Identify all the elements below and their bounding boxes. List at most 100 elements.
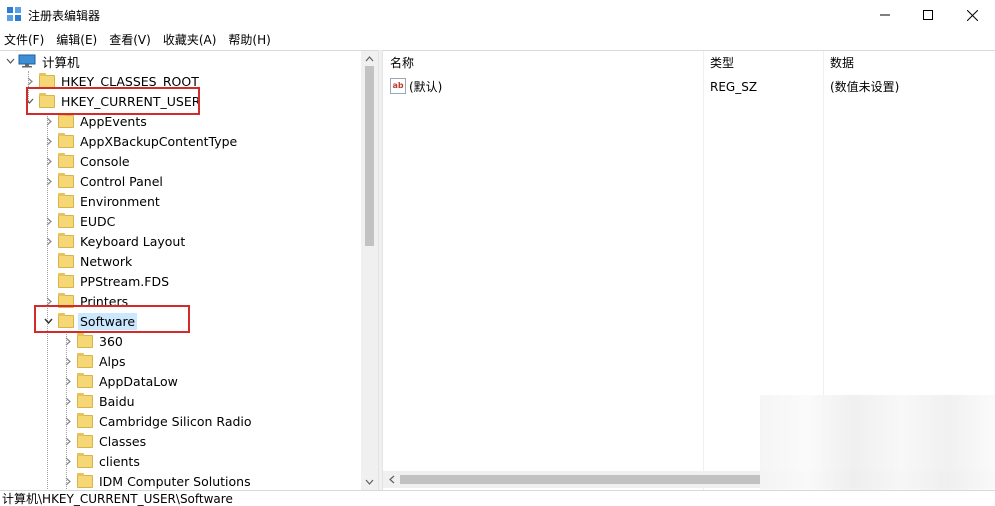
- column-header-type[interactable]: 类型: [703, 51, 823, 75]
- folder-icon: [77, 372, 93, 388]
- collapsed-chevron-icon[interactable]: [42, 211, 54, 231]
- collapsed-chevron-icon[interactable]: [61, 471, 73, 490]
- scroll-up-icon[interactable]: [361, 51, 378, 66]
- tree-connector: [42, 271, 54, 291]
- folder-icon: [58, 272, 74, 288]
- menu-favorites[interactable]: 收藏夹(A): [163, 31, 217, 48]
- collapsed-chevron-icon[interactable]: [42, 111, 54, 131]
- menu-edit[interactable]: 编辑(E): [56, 31, 97, 48]
- tree-label: Cambridge Silicon Radio: [99, 413, 252, 429]
- tree-label: Alps: [99, 353, 126, 369]
- folder-open-icon: [58, 312, 74, 328]
- scroll-left-icon[interactable]: [383, 472, 400, 487]
- tree-label: EUDC: [80, 213, 116, 229]
- value-data: (数值未设置): [830, 80, 900, 94]
- collapsed-chevron-icon[interactable]: [42, 291, 54, 311]
- folder-icon: [77, 352, 93, 368]
- collapsed-chevron-icon[interactable]: [61, 451, 73, 471]
- tree-vertical-scrollbar[interactable]: [361, 51, 378, 490]
- tree-label: IDM Computer Solutions: [99, 473, 251, 489]
- column-header-data[interactable]: 数据: [823, 51, 995, 75]
- collapsed-chevron-icon[interactable]: [42, 231, 54, 251]
- folder-icon: [58, 292, 74, 308]
- folder-icon: [58, 112, 74, 128]
- tree-item-network[interactable]: Network: [42, 251, 134, 271]
- folder-icon: [77, 432, 93, 448]
- tree-item-ppstream-fds[interactable]: PPStream.FDS: [42, 271, 171, 291]
- tree-item-console[interactable]: Console: [42, 151, 132, 171]
- folder-icon: [58, 252, 74, 268]
- collapsed-chevron-icon[interactable]: [61, 391, 73, 411]
- tree-item-printers[interactable]: Printers: [42, 291, 130, 311]
- column-divider[interactable]: [703, 51, 704, 490]
- collapsed-chevron-icon[interactable]: [42, 151, 54, 171]
- tree-item-360[interactable]: 360: [61, 331, 125, 351]
- minimize-button[interactable]: [862, 0, 908, 30]
- tree-label-selected: Software: [78, 312, 138, 330]
- tree-label: Baidu: [99, 393, 135, 409]
- folder-icon: [58, 232, 74, 248]
- tree-item-hkey-current-user[interactable]: HKEY_CURRENT_USER: [23, 91, 202, 111]
- tree-label: 计算机: [42, 54, 80, 70]
- close-button[interactable]: [949, 0, 995, 30]
- regedit-icon: [6, 6, 22, 22]
- tree-label: HKEY_CLASSES_ROOT: [61, 73, 199, 89]
- maximize-button[interactable]: [905, 0, 951, 30]
- tree-item-software[interactable]: Software: [42, 311, 138, 331]
- value-name[interactable]: (默认): [409, 77, 442, 97]
- collapsed-chevron-icon[interactable]: [42, 131, 54, 151]
- tree-item-eudc[interactable]: EUDC: [42, 211, 117, 231]
- collapsed-chevron-icon[interactable]: [61, 331, 73, 351]
- tree-root-computer[interactable]: 计算机: [4, 51, 82, 71]
- computer-icon: [18, 54, 36, 68]
- menu-view[interactable]: 查看(V): [109, 31, 151, 48]
- menu-file[interactable]: 文件(F): [4, 31, 44, 48]
- scroll-down-icon[interactable]: [361, 474, 378, 489]
- expanded-chevron-icon[interactable]: [42, 311, 54, 331]
- minimize-icon: [880, 14, 890, 16]
- tree-item-baidu[interactable]: Baidu: [61, 391, 137, 411]
- collapsed-chevron-icon[interactable]: [61, 371, 73, 391]
- tree-label: HKEY_CURRENT_USER: [61, 93, 201, 109]
- expanded-chevron-icon[interactable]: [4, 51, 16, 71]
- menu-bar: 文件(F) 编辑(E) 查看(V) 收藏夹(A) 帮助(H): [0, 30, 995, 48]
- folder-icon: [58, 212, 74, 228]
- tree-item-idm-computer-solutions[interactable]: IDM Computer Solutions: [61, 471, 253, 490]
- folder-icon: [58, 132, 74, 148]
- tree-label: Console: [80, 153, 130, 169]
- tree-item-environment[interactable]: Environment: [42, 191, 162, 211]
- watermark-blur: [760, 395, 995, 490]
- tree-item-alps[interactable]: Alps: [61, 351, 127, 371]
- scrollbar-thumb[interactable]: [365, 66, 374, 246]
- collapsed-chevron-icon[interactable]: [61, 431, 73, 451]
- scrollbar-thumb[interactable]: [400, 475, 760, 484]
- tree-item-keyboard-layout[interactable]: Keyboard Layout: [42, 231, 187, 251]
- tree-label: AppDataLow: [99, 373, 178, 389]
- menu-help[interactable]: 帮助(H): [228, 31, 270, 48]
- tree-item-hkey-classes-root[interactable]: HKEY_CLASSES_ROOT: [23, 71, 201, 91]
- folder-icon: [39, 72, 55, 88]
- collapsed-chevron-icon[interactable]: [42, 171, 54, 191]
- tree-item-control-panel[interactable]: Control Panel: [42, 171, 165, 191]
- window-title: 注册表编辑器: [28, 9, 101, 23]
- tree-label: AppEvents: [80, 113, 147, 129]
- expanded-chevron-icon[interactable]: [23, 91, 35, 111]
- tree-label: Control Panel: [80, 173, 163, 189]
- tree-item-cambridge-silicon-radio[interactable]: Cambridge Silicon Radio: [61, 411, 254, 431]
- folder-icon: [58, 172, 74, 188]
- collapsed-chevron-icon[interactable]: [23, 71, 35, 91]
- column-header-name[interactable]: 名称: [383, 51, 703, 75]
- registry-tree[interactable]: 计算机 HKEY_CLASSES_ROOT HKEY_CURRENT_USER …: [0, 50, 378, 490]
- tree-item-appxbackupcontenttype[interactable]: AppXBackupContentType: [42, 131, 239, 151]
- tree-label: Network: [80, 253, 133, 269]
- tree-item-appevents[interactable]: AppEvents: [42, 111, 149, 131]
- tree-item-clients[interactable]: clients: [61, 451, 142, 471]
- collapsed-chevron-icon[interactable]: [61, 351, 73, 371]
- tree-item-classes[interactable]: Classes: [61, 431, 148, 451]
- title-bar: 注册表编辑器: [0, 0, 995, 30]
- folder-open-icon: [39, 92, 55, 108]
- collapsed-chevron-icon[interactable]: [61, 411, 73, 431]
- tree-item-appdatalow[interactable]: AppDataLow: [61, 371, 180, 391]
- tree-label: Keyboard Layout: [80, 233, 186, 249]
- tree-connector: [42, 251, 54, 271]
